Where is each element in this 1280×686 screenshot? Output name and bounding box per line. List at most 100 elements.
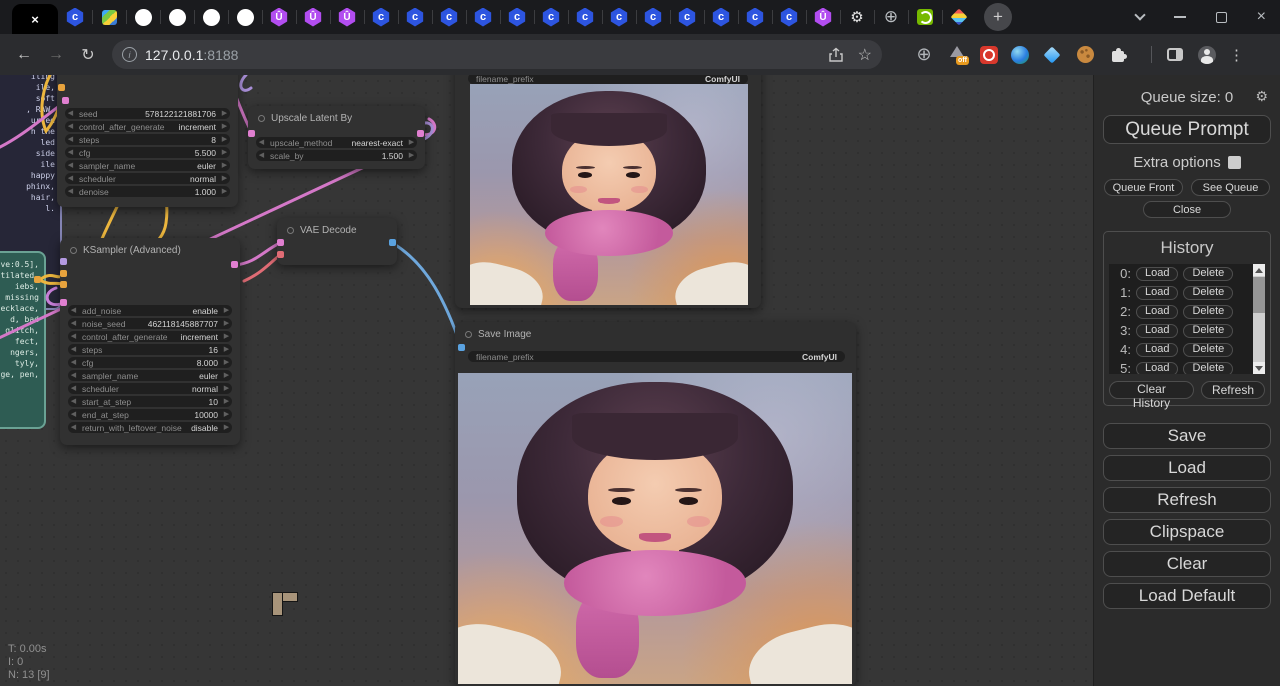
profile-avatar[interactable] xyxy=(1198,46,1216,64)
widget-increment-icon[interactable] xyxy=(219,173,230,184)
widget-row[interactable]: noise_seed 462118145887707 xyxy=(68,318,232,329)
sidebar-button[interactable]: Load Default xyxy=(1103,583,1271,609)
browser-tab[interactable] xyxy=(194,0,228,34)
browser-tab[interactable] xyxy=(58,0,92,34)
widget-decrement-icon[interactable] xyxy=(68,383,79,394)
url-text[interactable]: 127.0.0.1:8188 xyxy=(145,47,820,63)
node-title[interactable]: KSampler (Advanced) xyxy=(60,238,240,256)
widget-row[interactable]: filename_prefix ComfyUI xyxy=(468,351,845,362)
widget-increment-icon[interactable] xyxy=(221,370,232,381)
widget-decrement-icon[interactable] xyxy=(65,186,76,197)
positive-input-slot[interactable] xyxy=(60,270,67,277)
browser-tab[interactable] xyxy=(908,0,942,34)
queue-front-button[interactable]: Queue Front xyxy=(1104,179,1183,196)
queue-prompt-button[interactable]: Queue Prompt xyxy=(1103,115,1271,144)
globe-sphere-extension-icon[interactable] xyxy=(1011,46,1029,64)
side-panel-icon[interactable] xyxy=(1165,45,1185,65)
widget-row[interactable]: upscale_method nearest-exact xyxy=(256,137,417,148)
widget-increment-icon[interactable] xyxy=(219,121,230,132)
widget-decrement-icon[interactable] xyxy=(68,305,79,316)
see-queue-button[interactable]: See Queue xyxy=(1191,179,1270,196)
widget-row[interactable]: cfg 5.500 xyxy=(65,147,230,158)
browser-tab[interactable] xyxy=(806,0,840,34)
browser-tab[interactable] xyxy=(466,0,500,34)
node-collapse-icon[interactable] xyxy=(70,247,77,254)
back-icon[interactable]: ← xyxy=(10,41,38,69)
browser-tab[interactable] xyxy=(262,0,296,34)
history-delete-button[interactable]: Delete xyxy=(1183,362,1233,375)
widget-decrement-icon[interactable] xyxy=(65,147,76,158)
widget-decrement-icon[interactable] xyxy=(256,137,267,148)
history-load-button[interactable]: Load xyxy=(1136,362,1178,375)
generated-image-preview[interactable] xyxy=(470,84,748,305)
widget-row[interactable]: add_noise enable xyxy=(68,305,232,316)
history-delete-button[interactable]: Delete xyxy=(1183,324,1233,338)
history-delete-button[interactable]: Delete xyxy=(1183,305,1233,319)
widget-decrement-icon[interactable] xyxy=(68,422,79,433)
browser-tab[interactable] xyxy=(126,0,160,34)
model-input-slot[interactable] xyxy=(60,258,67,265)
node-graph-canvas[interactable]: ilingile,soft, RAW,urredh theledsideileh… xyxy=(0,75,1093,686)
widget-increment-icon[interactable] xyxy=(221,422,232,433)
browser-tab[interactable] xyxy=(364,0,398,34)
scroll-down-icon[interactable] xyxy=(1253,362,1265,374)
history-load-button[interactable]: Load xyxy=(1136,267,1178,281)
latent-image-input-slot[interactable] xyxy=(60,299,67,306)
browser-tab[interactable] xyxy=(568,0,602,34)
browser-tab[interactable] xyxy=(670,0,704,34)
history-scrollbar[interactable] xyxy=(1253,264,1265,374)
history-delete-button[interactable]: Delete xyxy=(1183,343,1233,357)
widget-row[interactable]: seed 578122121881706 xyxy=(65,108,230,119)
widget-decrement-icon[interactable] xyxy=(68,396,79,407)
close-window-icon[interactable]: × xyxy=(1257,9,1266,25)
latent-output-slot[interactable] xyxy=(231,261,238,268)
red-ring-extension-icon[interactable] xyxy=(980,46,998,64)
widget-decrement-icon[interactable] xyxy=(68,357,79,368)
browser-tab[interactable] xyxy=(602,0,636,34)
widget-decrement-icon[interactable] xyxy=(65,173,76,184)
widget-row[interactable]: steps 8 xyxy=(65,134,230,145)
widget-decrement-icon[interactable] xyxy=(65,121,76,132)
widget-decrement-icon[interactable] xyxy=(68,370,79,381)
widget-decrement-icon[interactable] xyxy=(68,318,79,329)
browser-tab[interactable] xyxy=(840,0,874,34)
group-corner-handle[interactable] xyxy=(272,592,296,614)
widget-decrement-icon[interactable] xyxy=(68,409,79,420)
extensions-puzzle-icon[interactable] xyxy=(1108,45,1128,65)
node-title[interactable]: Upscale Latent By xyxy=(248,106,425,124)
widget-increment-icon[interactable] xyxy=(406,150,417,161)
save-image-node[interactable]: Save Image filename_prefix ComfyUI xyxy=(455,322,856,686)
vae-decode-node[interactable]: VAE Decode xyxy=(277,218,397,265)
browser-menu-icon[interactable]: ⋮ xyxy=(1229,46,1244,64)
sidebar-button[interactable]: Clipspace xyxy=(1103,519,1271,545)
ksampler-node[interactable]: seed 578122121881706 control_after_gener… xyxy=(57,75,238,207)
conditioning-output-slot[interactable] xyxy=(34,276,41,283)
history-load-button[interactable]: Load xyxy=(1136,343,1178,357)
sidebar-button[interactable]: Refresh xyxy=(1103,487,1271,513)
browser-tab[interactable] xyxy=(432,0,466,34)
sidebar-button[interactable]: Clear xyxy=(1103,551,1271,577)
cookie-extension-icon[interactable] xyxy=(1075,45,1095,65)
widget-increment-icon[interactable] xyxy=(221,409,232,420)
widget-row[interactable]: filename_prefix ComfyUI xyxy=(468,75,748,84)
node-title[interactable]: Save Image xyxy=(455,322,856,340)
reload-icon[interactable]: ↻ xyxy=(74,41,102,69)
latent-slot[interactable] xyxy=(62,97,69,104)
widget-decrement-icon[interactable] xyxy=(68,331,79,342)
browser-tab[interactable] xyxy=(398,0,432,34)
history-load-button[interactable]: Load xyxy=(1136,286,1178,300)
image-output-slot[interactable] xyxy=(389,239,396,246)
mountain-extension-icon[interactable]: off xyxy=(947,45,967,65)
widget-increment-icon[interactable] xyxy=(221,357,232,368)
latent-output-slot[interactable] xyxy=(417,130,424,137)
share-icon[interactable] xyxy=(828,47,844,63)
widget-row[interactable]: denoise 1.000 xyxy=(65,186,230,197)
samples-input-slot[interactable] xyxy=(277,239,284,246)
globe-extension-icon[interactable] xyxy=(914,45,934,65)
address-bar[interactable]: i 127.0.0.1:8188 ☆ xyxy=(112,40,882,69)
history-refresh-button[interactable]: Refresh xyxy=(1201,381,1265,399)
tab-search-chevron-icon[interactable] xyxy=(1134,9,1145,20)
browser-tab[interactable] xyxy=(92,0,126,34)
close-button[interactable]: Close xyxy=(1143,201,1231,218)
widget-row[interactable]: sampler_name euler xyxy=(65,160,230,171)
